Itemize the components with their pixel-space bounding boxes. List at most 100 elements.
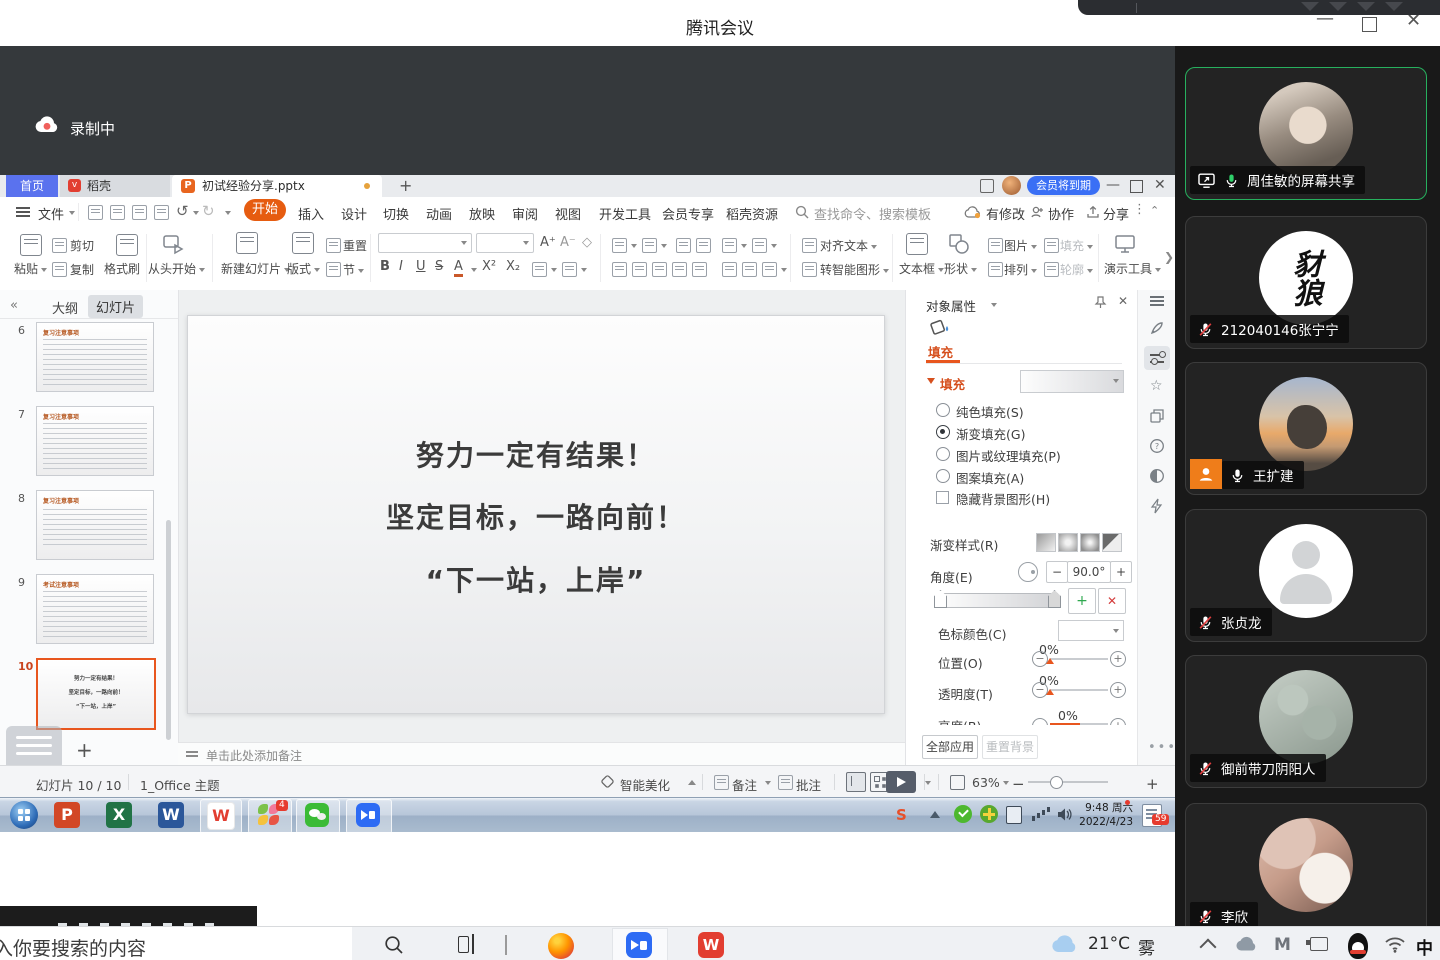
outline-tab[interactable]: 大纲 (52, 298, 78, 317)
italic-button[interactable]: I (399, 259, 403, 274)
brightness-plus-button[interactable]: + (1110, 718, 1126, 725)
align-text-button[interactable]: 对齐文本 (820, 237, 877, 254)
shield-tray-icon[interactable] (954, 805, 972, 823)
sogou-tray-icon[interactable]: S (896, 806, 907, 824)
reset-button[interactable]: 重置 (343, 237, 367, 254)
section-collapse-icon[interactable] (927, 378, 935, 384)
duplicate-icon[interactable] (1149, 408, 1165, 424)
slide-thumbnail[interactable]: 复习注意事项 (36, 406, 154, 476)
export-icon[interactable] (110, 205, 125, 220)
clear-format-icon[interactable]: ◇ (582, 235, 592, 250)
slide-sorter-overlay-icon[interactable] (6, 726, 62, 770)
hamburger-icon[interactable] (16, 207, 30, 209)
text-direction-icon[interactable] (752, 238, 767, 253)
collab-button[interactable]: 协作 (1048, 204, 1074, 223)
zoom-in-button[interactable]: + (1146, 775, 1159, 793)
notes-bar[interactable]: 单击此处添加备注 (178, 742, 905, 766)
menu-slideshow[interactable]: 放映 (469, 204, 495, 223)
menu-review[interactable]: 审阅 (512, 204, 538, 223)
outline-icon[interactable] (1044, 262, 1059, 277)
wps-restore-button[interactable] (1130, 180, 1143, 193)
wps-minimize-button[interactable]: — (1106, 177, 1120, 193)
font-size-select[interactable] (476, 233, 534, 253)
avatar[interactable] (1002, 176, 1021, 195)
help-icon[interactable]: ? (1149, 438, 1165, 454)
slide-thumbnail[interactable]: 复习注意事项 (36, 490, 154, 560)
outline-button[interactable]: 轮廓 (1060, 261, 1093, 278)
brightness-slider[interactable] (1050, 723, 1080, 725)
new-slide-icon[interactable] (236, 232, 258, 254)
word-taskbar-icon[interactable]: W (158, 802, 184, 828)
from-start-button[interactable]: 从头开始 (148, 260, 205, 277)
justify-icon[interactable] (672, 262, 687, 277)
reset-icon[interactable] (326, 238, 341, 253)
share-button[interactable]: 分享 (1103, 204, 1129, 223)
panel-scrollbar[interactable] (166, 520, 171, 740)
transparency-marker[interactable] (1046, 689, 1054, 695)
add-stop-button[interactable]: + (1068, 588, 1096, 614)
angle-plus-button[interactable]: + (1110, 561, 1132, 583)
device-host-icon[interactable] (1310, 937, 1328, 951)
underline-button[interactable]: U (416, 259, 426, 274)
pin-icon[interactable] (1094, 296, 1107, 309)
hide-bg-checkbox[interactable] (936, 491, 949, 504)
notes-icon[interactable] (714, 775, 729, 790)
task-view-icon[interactable] (458, 936, 469, 953)
gradient-stop-bar[interactable] (938, 593, 1058, 608)
numbering-icon[interactable] (642, 238, 657, 253)
transparency-plus-button[interactable]: + (1110, 682, 1126, 698)
preview-icon[interactable] (154, 205, 169, 220)
menu-devtools[interactable]: 开发工具 (599, 204, 651, 223)
picture-button[interactable]: 图片 (1004, 237, 1037, 254)
arrange-button[interactable]: 排列 (1004, 261, 1037, 278)
signal-tray-icon[interactable] (1032, 816, 1035, 821)
play-from-start-icon[interactable] (162, 233, 184, 255)
device-tray-icon[interactable] (1006, 806, 1022, 824)
paste-icon[interactable] (20, 234, 42, 256)
smart-graphic-icon[interactable] (802, 262, 817, 277)
char-spacing-icon[interactable] (722, 238, 737, 253)
subscript-button[interactable]: X₂ (506, 259, 520, 274)
apply-all-button[interactable]: 全部应用 (922, 735, 978, 759)
copy-icon[interactable] (52, 262, 67, 277)
mask-icon[interactable] (1149, 468, 1165, 484)
gradient-style-rect[interactable] (1080, 533, 1100, 552)
shape-icon[interactable] (948, 233, 970, 255)
format-painter-button[interactable]: 格式刷 (104, 260, 140, 277)
cloud-tray-icon[interactable] (1234, 935, 1258, 953)
speaker-tray-icon[interactable] (1056, 806, 1073, 823)
strike-button[interactable]: S (435, 259, 443, 274)
slideshow-play-button[interactable] (886, 771, 916, 793)
transparency-slider[interactable] (1050, 689, 1108, 691)
wps-host-icon[interactable]: W (698, 932, 724, 958)
slide-canvas[interactable]: 努力一定有结果！ 坚定目标，一路向前！ “下一站，上岸” (187, 315, 885, 714)
strip-menu-icon[interactable] (1150, 296, 1164, 298)
stop-color-select[interactable] (1058, 620, 1124, 641)
align-text-icon[interactable] (802, 238, 817, 253)
menu-file[interactable]: 文件 (38, 204, 64, 223)
participant-tile[interactable]: 御前带刀阴阳人 (1185, 655, 1427, 788)
collapse-panel-icon[interactable]: « (10, 298, 18, 313)
theme-name[interactable]: 1_Office 主题 (140, 775, 220, 794)
tray-clock[interactable]: 9:48 周六 2022/4/23 (1079, 801, 1133, 829)
radio-picture-fill[interactable] (936, 447, 950, 461)
radio-solid-fill[interactable] (936, 403, 950, 417)
picture-icon[interactable] (988, 238, 1003, 253)
beautify-button[interactable]: 智能美化 (620, 775, 670, 794)
slide-thumbnail-selected[interactable]: 努力一定有结果！ 坚定目标，一路向前！ “下一站，上岸” (36, 658, 156, 730)
menu-view[interactable]: 视图 (555, 204, 581, 223)
tray-expand-icon[interactable] (930, 811, 940, 818)
font-name-select[interactable] (378, 233, 472, 253)
coin-tray-icon[interactable] (980, 805, 998, 823)
bullets-icon[interactable] (612, 238, 627, 253)
line-spacing-icon[interactable] (722, 262, 737, 277)
gradient-style-linear[interactable] (1036, 533, 1056, 552)
slides-tab[interactable]: 幻灯片 (88, 295, 143, 318)
zoom-slider[interactable] (1028, 781, 1108, 783)
align-center-icon[interactable] (632, 262, 647, 277)
position-plus-button[interactable]: + (1110, 651, 1126, 667)
bold-button[interactable]: B (380, 259, 390, 274)
ribbon-scroll-right-icon[interactable]: ❯ (1164, 250, 1174, 264)
tab-document[interactable]: P 初试经验分享.pptx (172, 175, 382, 197)
pattern-fill-label[interactable]: 图案填充(A) (956, 468, 1024, 487)
